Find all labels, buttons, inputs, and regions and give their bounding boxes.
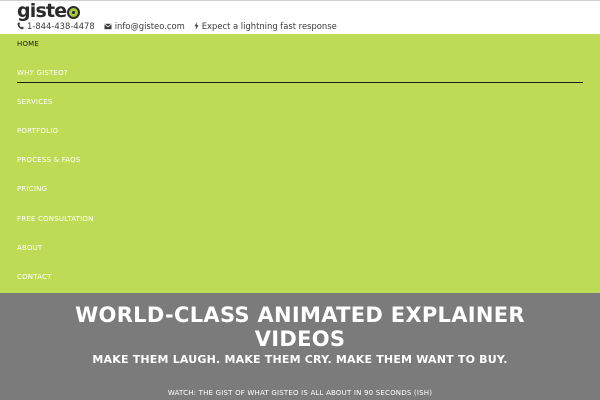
active-underline <box>17 82 583 83</box>
nav-menu: HOME WHY GISTEO? SERVICES PORTFOLIO PROC… <box>0 34 600 293</box>
nav-item-process-faqs[interactable]: PROCESS & FAQS <box>17 156 81 165</box>
hero-section: WORLD-CLASS ANIMATED EXPLAINER VIDEOS MA… <box>0 293 600 400</box>
phone-number: 1-844-438-4478 <box>27 21 95 31</box>
watch-video-link[interactable]: WATCH: THE GIST OF WHAT GISTEO IS ALL AB… <box>100 389 500 398</box>
nav-item-about[interactable]: ABOUT <box>17 244 42 253</box>
logo-text: giste <box>17 0 67 22</box>
gisteo-logo[interactable]: giste <box>17 0 81 22</box>
lightning-icon <box>194 22 199 30</box>
envelope-icon <box>104 23 112 29</box>
phone-icon <box>17 22 24 30</box>
hero-title: WORLD-CLASS ANIMATED EXPLAINER VIDEOS <box>75 303 525 351</box>
tagline-text: Expect a lightning fast response <box>201 21 337 31</box>
tagline-item: Expect a lightning fast response <box>194 21 337 31</box>
contact-row: 1-844-438-4478 info@gisteo.com Expect a … <box>17 20 346 32</box>
nav-item-pricing[interactable]: PRICING <box>17 185 47 194</box>
nav-item-free-consultation[interactable]: FREE CONSULTATION <box>17 215 94 224</box>
nav-item-services[interactable]: SERVICES <box>17 98 53 107</box>
email-contact[interactable]: info@gisteo.com <box>104 21 185 31</box>
nav-item-why-gisteo[interactable]: WHY GISTEO? <box>17 69 68 78</box>
nav-item-portfolio[interactable]: PORTFOLIO <box>17 127 58 136</box>
nav-item-contact[interactable]: CONTACT <box>17 273 52 282</box>
nav-item-home[interactable]: HOME <box>17 40 39 49</box>
phone-contact[interactable]: 1-844-438-4478 <box>17 21 95 31</box>
email-address: info@gisteo.com <box>114 21 185 31</box>
hero-subtitle: MAKE THEM LAUGH. MAKE THEM CRY. MAKE THE… <box>92 353 508 366</box>
logo-o-icon <box>67 6 81 19</box>
top-bar: giste 1-844-438-4478 info@gisteo.com Exp… <box>0 0 600 34</box>
